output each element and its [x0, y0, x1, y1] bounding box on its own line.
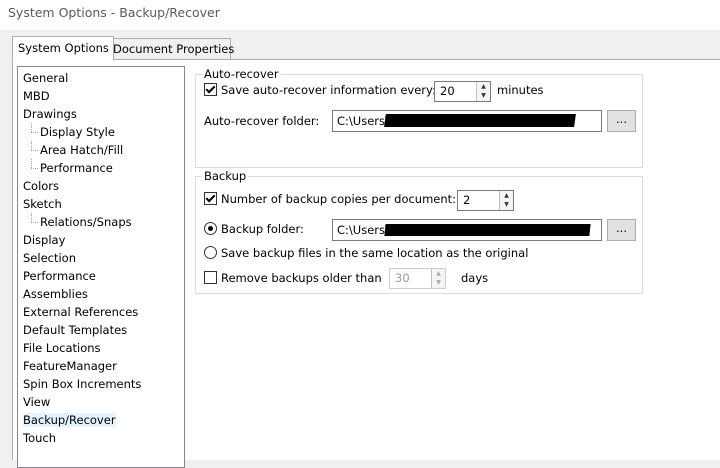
backup-copies-checkbox-row[interactable]: Number of backup copies per document:: [204, 189, 456, 209]
tree-item-drawings[interactable]: Drawings: [18, 105, 184, 123]
title-bar: System Options - Backup/Recover: [0, 0, 720, 30]
backup-folder-value: C:\Users\: [337, 223, 389, 237]
spin-down-icon[interactable]: ▼: [432, 278, 445, 287]
backup-folder-field[interactable]: C:\Users\: [332, 219, 602, 241]
tree-item-external-references[interactable]: External References: [18, 303, 184, 321]
autorecover-browse-button[interactable]: ...: [607, 110, 636, 132]
tree-item-display-style[interactable]: Display Style: [18, 123, 184, 141]
autorecover-save-checkbox[interactable]: [204, 83, 217, 96]
autorecover-save-checkbox-row[interactable]: Save auto-recover information every:: [204, 80, 436, 100]
autorecover-folder-label: Auto-recover folder:: [204, 114, 320, 128]
backup-remove-spinbox[interactable]: 30 ▲ ▼: [389, 268, 446, 289]
backup-remove-value: 30: [395, 271, 410, 285]
backup-remove-checkbox[interactable]: [204, 271, 217, 284]
redaction-mark: [384, 114, 576, 127]
autorecover-group: Auto-recover Save auto-recover informati…: [195, 67, 643, 168]
tree-item-relations-snaps[interactable]: Relations/Snaps: [18, 213, 184, 231]
spin-up-icon[interactable]: ▲: [500, 191, 513, 200]
tree-item-selection[interactable]: Selection: [18, 249, 184, 267]
autorecover-group-title: Auto-recover: [202, 67, 281, 81]
autorecover-save-label: Save auto-recover information every:: [221, 83, 436, 97]
tree-item-mbd[interactable]: MBD: [18, 87, 184, 105]
backup-group-title: Backup: [202, 169, 249, 183]
window-title: System Options - Backup/Recover: [8, 5, 220, 20]
spin-up-icon[interactable]: ▲: [477, 82, 490, 91]
spin-down-icon[interactable]: ▼: [477, 91, 490, 100]
tree-item-colors[interactable]: Colors: [18, 177, 184, 195]
tree-item-assemblies[interactable]: Assemblies: [18, 285, 184, 303]
backup-remove-unit: days: [461, 271, 489, 285]
tree-item-view[interactable]: View: [18, 393, 184, 411]
tree-item-touch[interactable]: Touch: [18, 429, 184, 447]
tree-item-spin-box-increments[interactable]: Spin Box Increments: [18, 375, 184, 393]
backup-folder-radio-row[interactable]: Backup folder:: [204, 219, 304, 239]
backup-folder-radio[interactable]: [204, 222, 217, 235]
backup-remove-arrows[interactable]: ▲ ▼: [431, 269, 445, 288]
backup-group: Backup Number of backup copies per docum…: [195, 169, 643, 294]
tree-item-backup-recover[interactable]: Backup/Recover: [18, 411, 184, 429]
backup-copies-spinbox[interactable]: 2 ▲ ▼: [457, 190, 514, 211]
options-panel: General MBD Drawings Display Style Area …: [12, 59, 720, 468]
redaction-mark: [384, 224, 591, 236]
tree-item-display[interactable]: Display: [18, 231, 184, 249]
backup-same-location-radio[interactable]: [204, 246, 217, 259]
tree-item-featuremanager[interactable]: FeatureManager: [18, 357, 184, 375]
autorecover-interval-value: 20: [440, 84, 455, 98]
tree-item-drawings-performance[interactable]: Performance: [18, 159, 184, 177]
backup-same-location-radio-row[interactable]: Save backup files in the same location a…: [204, 243, 528, 263]
autorecover-interval-arrows[interactable]: ▲ ▼: [476, 82, 490, 101]
backup-folder-label: Backup folder:: [221, 222, 304, 236]
autorecover-interval-spinbox[interactable]: 20 ▲ ▼: [434, 81, 491, 102]
autorecover-interval-unit: minutes: [497, 83, 544, 97]
backup-remove-label: Remove backups older than: [221, 271, 382, 285]
backup-browse-button[interactable]: ...: [607, 219, 636, 241]
tree-item-file-locations[interactable]: File Locations: [18, 339, 184, 357]
backup-same-location-label: Save backup files in the same location a…: [221, 246, 529, 260]
tree-item-default-templates[interactable]: Default Templates: [18, 321, 184, 339]
backup-copies-checkbox[interactable]: [204, 192, 217, 205]
tree-item-area-hatch-fill[interactable]: Area Hatch/Fill: [18, 141, 184, 159]
tab-system-options[interactable]: System Options: [12, 36, 114, 61]
options-tree[interactable]: General MBD Drawings Display Style Area …: [17, 66, 185, 468]
backup-copies-label: Number of backup copies per document:: [221, 192, 457, 206]
tab-document-properties[interactable]: Document Properties: [107, 38, 234, 60]
backup-copies-arrows[interactable]: ▲ ▼: [499, 191, 513, 210]
autorecover-folder-field[interactable]: C:\Users\: [332, 110, 602, 132]
spin-down-icon[interactable]: ▼: [500, 200, 513, 209]
backup-copies-value: 2: [463, 193, 471, 207]
tree-item-general[interactable]: General: [18, 69, 184, 87]
spin-up-icon[interactable]: ▲: [432, 269, 445, 278]
autorecover-folder-value: C:\Users\: [337, 114, 389, 128]
tree-item-sketch[interactable]: Sketch: [18, 195, 184, 213]
tree-item-performance[interactable]: Performance: [18, 267, 184, 285]
backup-remove-checkbox-row[interactable]: Remove backups older than: [204, 268, 382, 288]
